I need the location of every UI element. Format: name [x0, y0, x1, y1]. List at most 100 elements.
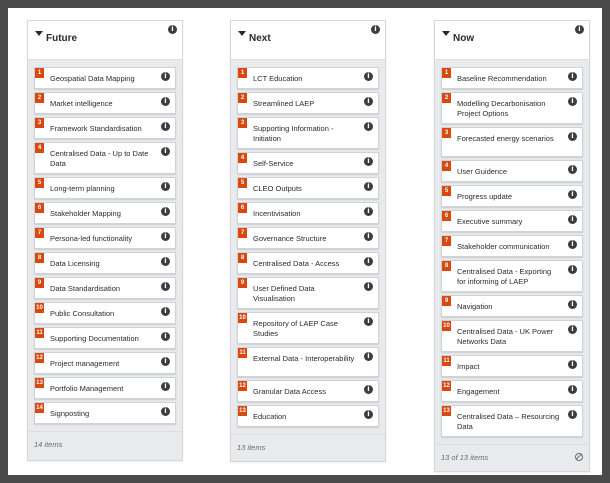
- info-icon[interactable]: i: [161, 332, 170, 341]
- card[interactable]: 6 Incentivisation i: [237, 202, 379, 224]
- card[interactable]: 11 External Data - Interoperability i: [237, 347, 379, 377]
- card[interactable]: 6 Executive summary i: [441, 210, 583, 232]
- card-number-badge: 3: [35, 118, 44, 128]
- info-icon[interactable]: i: [364, 317, 373, 326]
- info-icon[interactable]: i: [364, 282, 373, 291]
- card[interactable]: 10 Public Consultation i: [34, 302, 176, 324]
- card-label: CLEO Outputs: [253, 184, 302, 193]
- card[interactable]: 7 Stakeholder communication i: [441, 235, 583, 257]
- info-icon[interactable]: i: [568, 360, 577, 369]
- info-icon[interactable]: i: [161, 97, 170, 106]
- info-icon[interactable]: i: [568, 240, 577, 249]
- info-icon[interactable]: i: [161, 257, 170, 266]
- info-icon[interactable]: i: [568, 215, 577, 224]
- card[interactable]: 9 User Defined Data Visualisation i: [237, 277, 379, 309]
- card[interactable]: 11 Impact i: [441, 355, 583, 377]
- card[interactable]: 8 Data Licensing i: [34, 252, 176, 274]
- card[interactable]: 2 Market intelligence i: [34, 92, 176, 114]
- info-icon[interactable]: i: [161, 307, 170, 316]
- caret-down-icon[interactable]: [35, 31, 43, 36]
- card[interactable]: 1 LCT Education i: [237, 67, 379, 89]
- info-icon[interactable]: i: [568, 300, 577, 309]
- info-icon[interactable]: i: [161, 282, 170, 291]
- card[interactable]: 14 Signposting i: [34, 402, 176, 424]
- card[interactable]: 12 Project management i: [34, 352, 176, 374]
- card[interactable]: 12 Granular Data Access i: [237, 380, 379, 402]
- info-icon[interactable]: i: [575, 25, 584, 34]
- info-icon[interactable]: i: [568, 190, 577, 199]
- info-icon[interactable]: i: [364, 97, 373, 106]
- info-icon[interactable]: i: [568, 132, 577, 141]
- info-icon[interactable]: i: [161, 357, 170, 366]
- card[interactable]: 1 Baseline Recommendation i: [441, 67, 583, 89]
- card[interactable]: 8 Centralised Data - Exporting for inform…: [441, 260, 583, 292]
- card[interactable]: 6 Stakeholder Mapping i: [34, 202, 176, 224]
- caret-down-icon[interactable]: [442, 31, 450, 36]
- card[interactable]: 4 Self-Service i: [237, 152, 379, 174]
- info-icon[interactable]: i: [364, 207, 373, 216]
- card[interactable]: 3 Framework Standardisation i: [34, 117, 176, 139]
- column-footer: 13 of 13 items: [435, 444, 589, 471]
- card-label: Long-term planning: [50, 184, 115, 193]
- card[interactable]: 9 Navigation i: [441, 295, 583, 317]
- card[interactable]: 2 Modelling Decarbonisation Project Optio…: [441, 92, 583, 124]
- card-label: Self-Service: [253, 159, 294, 168]
- info-icon[interactable]: i: [161, 182, 170, 191]
- card[interactable]: 13 Portfolio Management i: [34, 377, 176, 399]
- card-number-badge: 1: [35, 68, 44, 78]
- info-icon[interactable]: i: [364, 122, 373, 131]
- info-icon[interactable]: i: [161, 207, 170, 216]
- item-count: 13 items: [237, 443, 266, 452]
- info-icon[interactable]: i: [568, 97, 577, 106]
- info-icon[interactable]: i: [364, 385, 373, 394]
- card-number-badge: 7: [442, 236, 451, 246]
- info-icon[interactable]: i: [364, 257, 373, 266]
- card-number-badge: 7: [35, 228, 44, 238]
- card[interactable]: 5 CLEO Outputs i: [237, 177, 379, 199]
- card[interactable]: 3 Supporting Information - Initiation i: [237, 117, 379, 149]
- card[interactable]: 13 Centralised Data – Resourcing Data i: [441, 405, 583, 437]
- info-icon[interactable]: i: [364, 232, 373, 241]
- info-icon[interactable]: i: [161, 407, 170, 416]
- caret-down-icon[interactable]: [238, 31, 246, 36]
- card-label: Stakeholder Mapping: [50, 209, 121, 218]
- card-label: Framework Standardisation: [50, 124, 142, 133]
- card[interactable]: 9 Data Standardisation i: [34, 277, 176, 299]
- card[interactable]: 8 Centralised Data - Access i: [237, 252, 379, 274]
- card[interactable]: 10 Repository of LAEP Case Studies i: [237, 312, 379, 344]
- card-number-badge: 11: [238, 348, 247, 358]
- info-icon[interactable]: i: [364, 410, 373, 419]
- card[interactable]: 5 Progress update i: [441, 185, 583, 207]
- card[interactable]: 13 Education i: [237, 405, 379, 427]
- info-icon[interactable]: i: [568, 385, 577, 394]
- card[interactable]: 1 Geospatial Data Mapping i: [34, 67, 176, 89]
- card[interactable]: 5 Long-term planning i: [34, 177, 176, 199]
- info-icon[interactable]: i: [371, 25, 380, 34]
- info-icon[interactable]: i: [568, 325, 577, 334]
- info-icon[interactable]: i: [161, 72, 170, 81]
- info-icon[interactable]: i: [568, 410, 577, 419]
- card[interactable]: 7 Governance Structure i: [237, 227, 379, 249]
- info-icon[interactable]: i: [568, 165, 577, 174]
- info-icon[interactable]: i: [161, 382, 170, 391]
- info-icon[interactable]: i: [364, 182, 373, 191]
- card[interactable]: 10 Centralised Data - UK Power Networks D…: [441, 320, 583, 352]
- card[interactable]: 4 Centralised Data - Up to Date Data i: [34, 142, 176, 174]
- info-icon[interactable]: i: [161, 122, 170, 131]
- info-icon[interactable]: i: [364, 157, 373, 166]
- card[interactable]: 2 Streamlined LAEP i: [237, 92, 379, 114]
- info-icon[interactable]: i: [364, 72, 373, 81]
- info-icon[interactable]: i: [161, 147, 170, 156]
- info-icon[interactable]: i: [568, 72, 577, 81]
- column-next: Next i 1 LCT Education i 2 Streamlined LAEP…: [230, 20, 386, 462]
- card[interactable]: 12 Engagement i: [441, 380, 583, 402]
- card[interactable]: 3 Forecasted energy scenarios i: [441, 127, 583, 157]
- info-icon[interactable]: i: [168, 25, 177, 34]
- info-icon[interactable]: i: [364, 352, 373, 361]
- info-icon[interactable]: i: [161, 232, 170, 241]
- info-icon[interactable]: i: [568, 265, 577, 274]
- card[interactable]: 11 Supporting Documentation i: [34, 327, 176, 349]
- card-label: Impact: [457, 362, 480, 371]
- card[interactable]: 4 User Guidence i: [441, 160, 583, 182]
- card[interactable]: 7 Persona-led functionality i: [34, 227, 176, 249]
